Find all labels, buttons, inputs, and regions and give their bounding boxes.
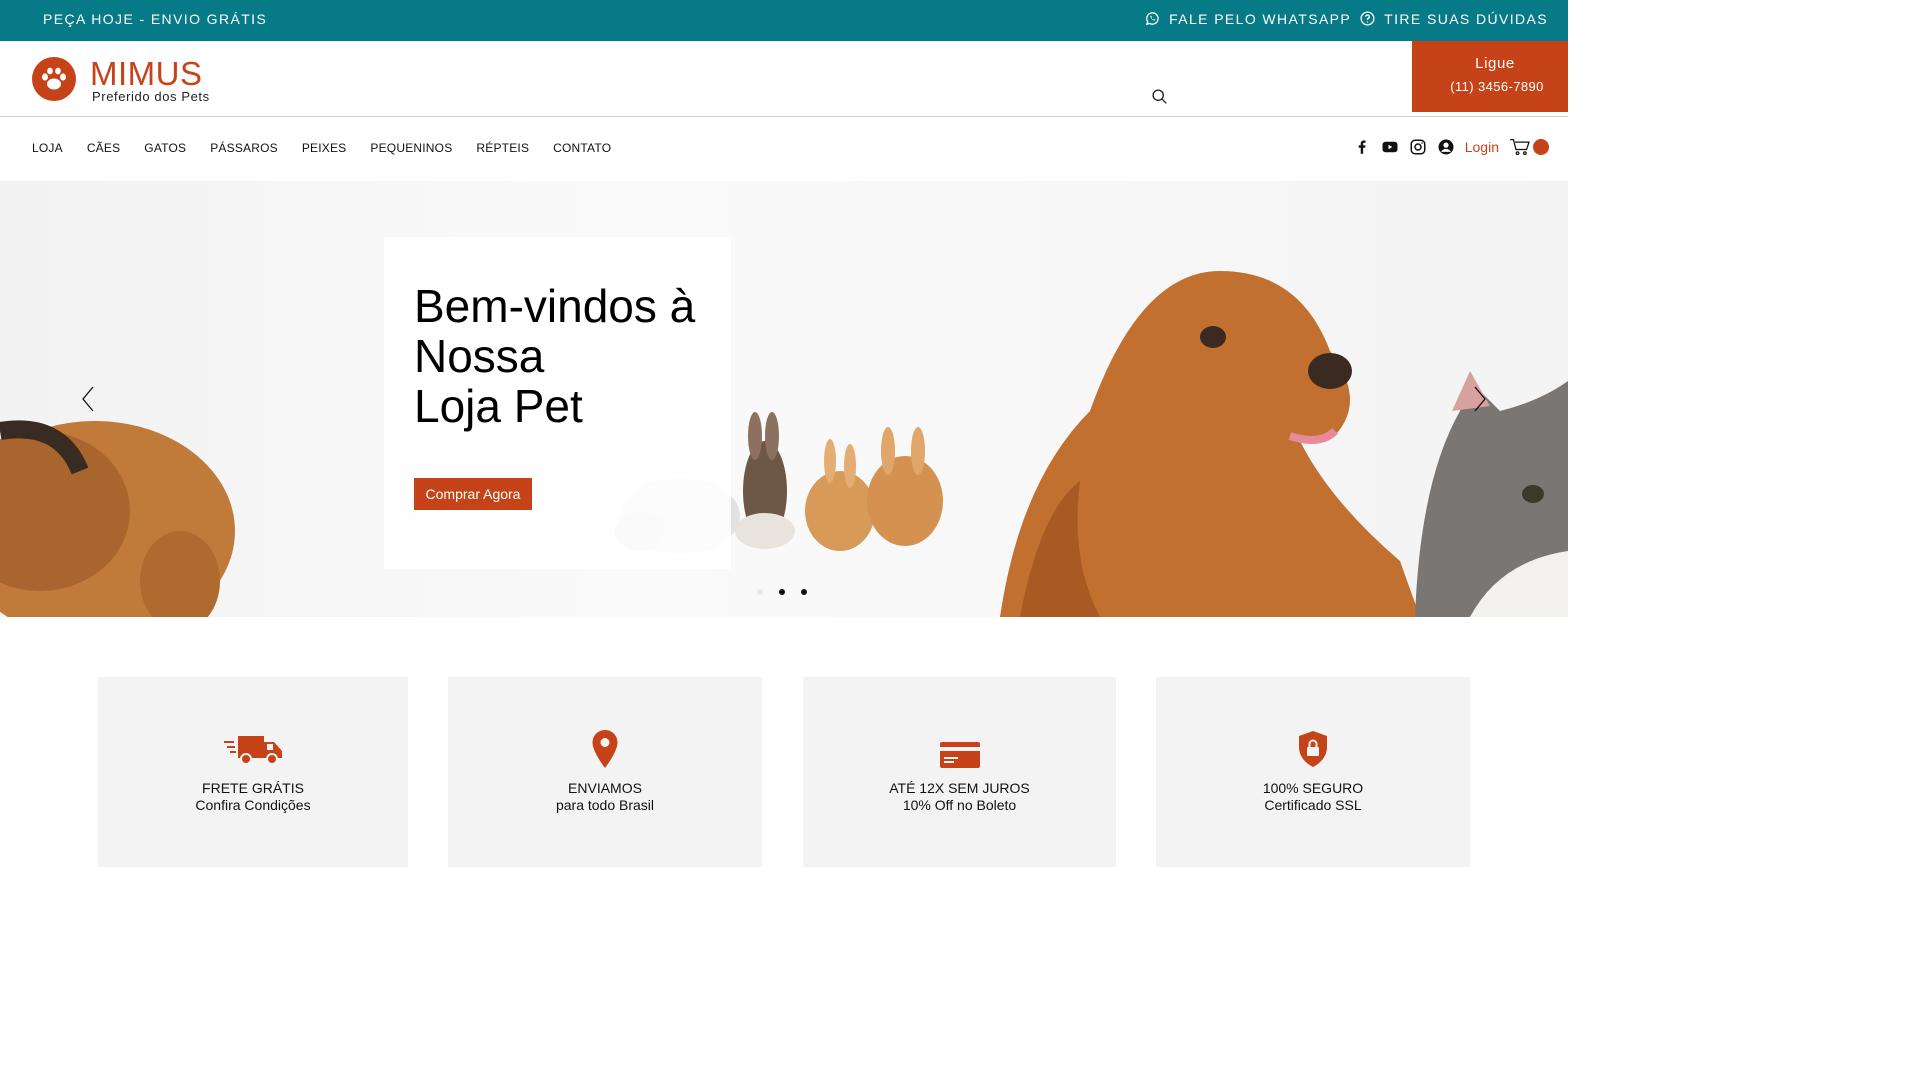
top-links: FALE PELO WHATSAPP TIRE SUAS DÚVIDAS (1144, 10, 1548, 27)
main-nav: LOJA CÃES GATOS PÁSSAROS PEIXES PEQUENIN… (0, 118, 1568, 180)
call-label: Ligue (1475, 55, 1515, 72)
nav-item-contato[interactable]: CONTATO (553, 141, 611, 155)
brand-tagline: Preferido dos Pets (92, 89, 210, 104)
whatsapp-label: FALE PELO WHATSAPP (1169, 10, 1352, 27)
feature-subtitle: Certificado SSL (1264, 797, 1362, 813)
feature-subtitle: Confira Condições (195, 797, 311, 813)
lock-shield-icon (1156, 729, 1470, 769)
cart-count-badge (1533, 139, 1549, 155)
hero-pets-image (0, 271, 1568, 617)
feature-title: FRETE GRÁTIS (202, 780, 304, 796)
login-link[interactable]: Login (1465, 139, 1499, 155)
user-icon[interactable] (1437, 138, 1455, 156)
nav-item-passaros[interactable]: PÁSSAROS (210, 141, 278, 155)
hero-banner: Bem-vindos à Nossa Loja Pet Comprar Agor… (0, 181, 1568, 617)
feature-title: ENVIAMOS (568, 780, 642, 796)
youtube-icon[interactable] (1381, 138, 1399, 156)
features-section: FRETE GRÁTIS Confira Condições ENVIAMOS … (0, 617, 1568, 882)
slider-dot[interactable] (757, 589, 763, 595)
chevron-left-icon[interactable] (81, 386, 95, 412)
feature-card: 100% SEGURO Certificado SSL (1156, 677, 1470, 867)
top-promo-bar: PEÇA HOJE - ENVIO GRÁTIS FALE PELO WHATS… (0, 0, 1568, 41)
truck-icon (98, 729, 408, 769)
location-pin-icon (448, 729, 762, 769)
facebook-icon[interactable] (1353, 138, 1371, 156)
feature-subtitle: 10% Off no Boleto (902, 797, 1017, 813)
faq-label: TIRE SUAS DÚVIDAS (1384, 10, 1548, 27)
call-number: (11) 3456-7890 (1450, 79, 1544, 94)
nav-item-caes[interactable]: CÃES (87, 141, 120, 155)
nav-item-peixes[interactable]: PEIXES (302, 141, 347, 155)
nav-item-gatos[interactable]: GATOS (144, 141, 186, 155)
faq-link[interactable]: TIRE SUAS DÚVIDAS (1359, 10, 1548, 27)
cart-button[interactable] (1509, 138, 1549, 156)
nav-item-loja[interactable]: LOJA (32, 141, 63, 155)
hero-title-line: Bem-vindos à (414, 280, 696, 332)
nav-item-repteis[interactable]: RÉPTEIS (476, 141, 529, 155)
paw-logo-icon[interactable] (32, 57, 76, 101)
feature-card: FRETE GRÁTIS Confira Condições (98, 677, 408, 867)
credit-card-icon (803, 729, 1116, 769)
nav-actions: Login (1343, 138, 1549, 156)
hero-title: Bem-vindos à Nossa Loja Pet (414, 281, 714, 431)
cart-icon (1510, 139, 1530, 156)
feature-subtitle: para todo Brasil (555, 797, 655, 813)
feature-title: 100% SEGURO (1262, 780, 1364, 796)
slider-dot[interactable] (779, 589, 785, 595)
shop-now-button[interactable]: Comprar Agora (414, 478, 532, 510)
question-icon (1360, 11, 1375, 26)
search-icon[interactable] (1151, 88, 1168, 105)
nav-item-pequeninos[interactable]: PEQUENINOS (370, 141, 452, 155)
hero-title-line: Loja Pet (414, 380, 583, 432)
call-box[interactable]: Ligue (11) 3456-7890 (1412, 41, 1568, 112)
brand-name[interactable]: MIMUS (90, 55, 203, 93)
whatsapp-icon (1145, 12, 1159, 26)
feature-card: ATÉ 12X SEM JUROS 10% Off no Boleto (803, 677, 1116, 867)
whatsapp-link[interactable]: FALE PELO WHATSAPP (1144, 10, 1351, 27)
promo-text: PEÇA HOJE - ENVIO GRÁTIS (43, 11, 268, 27)
feature-card: ENVIAMOS para todo Brasil (448, 677, 762, 867)
slider-dots (757, 589, 807, 595)
site-header: MIMUS Preferido dos Pets Ligue (11) 3456… (0, 41, 1568, 117)
feature-title: ATÉ 12X SEM JUROS (889, 780, 1030, 796)
hero-card: Bem-vindos à Nossa Loja Pet Comprar Agor… (384, 237, 731, 569)
hero-title-line: Nossa (414, 330, 545, 382)
chevron-right-icon[interactable] (1473, 386, 1487, 412)
slider-dot[interactable] (801, 589, 807, 595)
nav-menu: LOJA CÃES GATOS PÁSSAROS PEIXES PEQUENIN… (32, 141, 635, 155)
instagram-icon[interactable] (1409, 138, 1427, 156)
